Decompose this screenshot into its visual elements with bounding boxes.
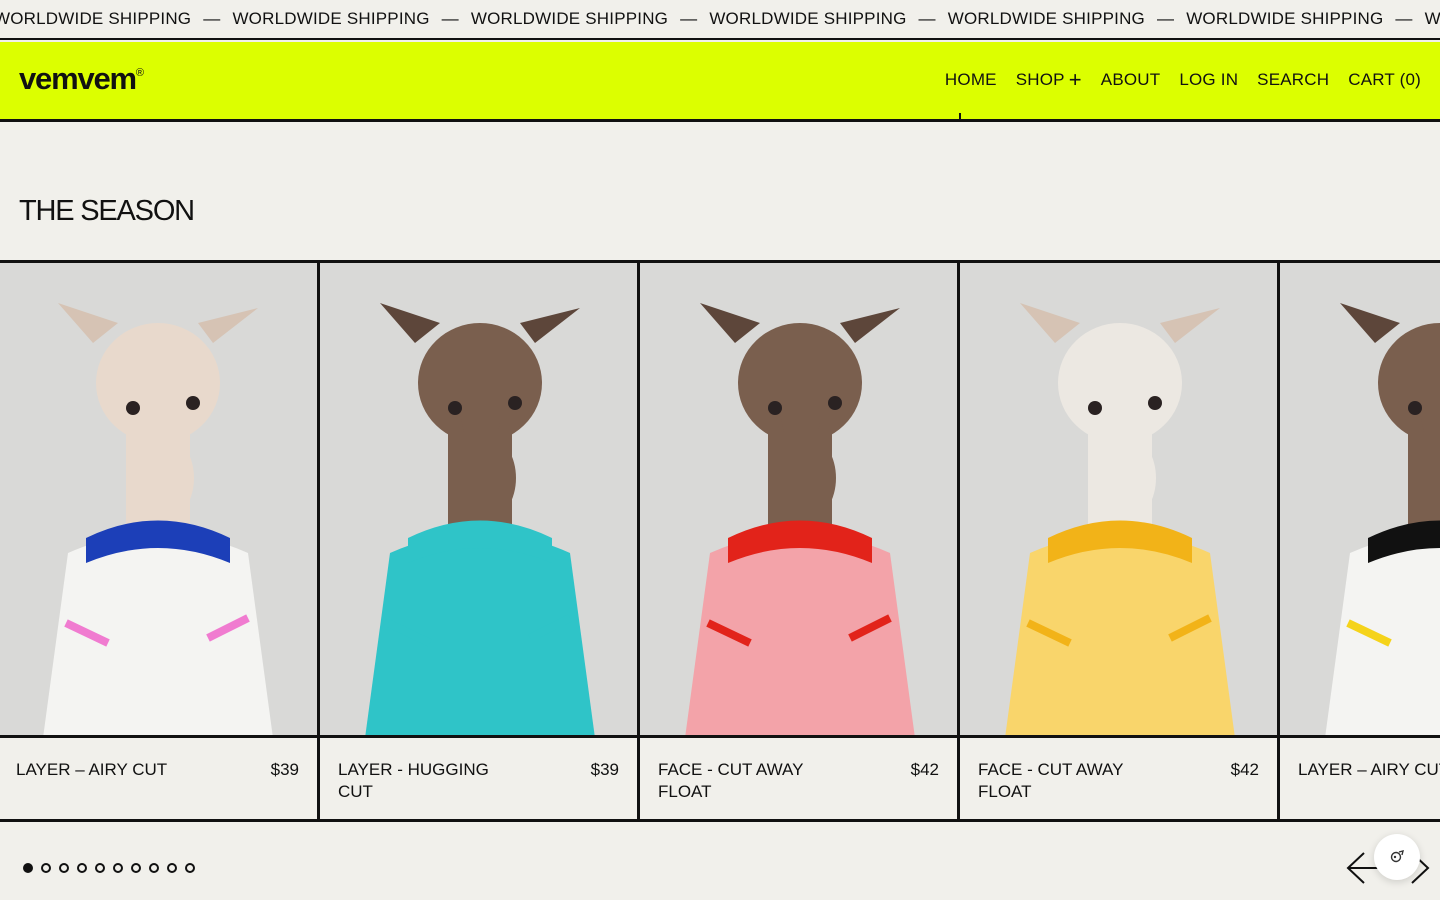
product-price: $42 (1230, 760, 1259, 779)
nav-search[interactable]: SEARCH (1257, 70, 1329, 90)
ticker-item: W (1425, 9, 1440, 29)
product-card[interactable]: LAYER – AIRY CUT $39 (0, 263, 317, 819)
product-name[interactable]: LAYER – AIRY CUT (16, 759, 167, 819)
product-info: FACE - CUT AWAY FLOAT $42 (960, 741, 1277, 819)
ticker-separator: — (203, 9, 221, 28)
ticker-item: WORLDWIDE SHIPPING — (0, 9, 232, 29)
pagination-dot[interactable] (41, 863, 51, 873)
ticker-item: WORLDWIDE SHIPPING — (232, 9, 470, 29)
product-name[interactable]: LAYER – AIRY CUT (1298, 759, 1440, 819)
product-card[interactable]: LAYER – AIRY CUT (1277, 263, 1440, 819)
product-price: $39 (270, 760, 299, 779)
nav-about[interactable]: ABOUT (1101, 70, 1161, 90)
nav-active-indicator (959, 113, 961, 122)
ticker-text: WORLDWIDE SHIPPING (0, 9, 192, 28)
product-image[interactable] (960, 263, 1277, 738)
logo-text: vemvem (19, 61, 137, 96)
logo[interactable]: vemvem® (19, 61, 144, 97)
pagination-dot[interactable] (185, 863, 195, 873)
ticker-item: WORLDWIDE SHIPPING — (471, 9, 709, 29)
ticker-text: WORLDWIDE SHIPPING (709, 9, 907, 28)
ticker-item: WORLDWIDE SHIPPING — (948, 9, 1186, 29)
ticker-text: WORLDWIDE SHIPPING (1186, 9, 1384, 28)
ticker-separator: — (1156, 9, 1175, 28)
nav-login[interactable]: LOG IN (1179, 70, 1238, 90)
pagination-dot[interactable] (149, 863, 159, 873)
product-name[interactable]: LAYER - HUGGING CUT (338, 759, 528, 819)
ticker-track: WORLDWIDE SHIPPING — WORLDWIDE SHIPPING — WO… (0, 9, 1440, 29)
product-cards: LAYER – AIRY CUT $39 LAYER - HUGGING CUT… (0, 263, 1440, 819)
nav-home[interactable]: HOME (945, 70, 997, 90)
pagination-dot[interactable] (131, 863, 141, 873)
product-card[interactable]: FACE - CUT AWAY FLOAT $42 (637, 263, 957, 819)
ticker-separator: — (918, 9, 936, 28)
plus-icon: + (1068, 67, 1082, 92)
product-name[interactable]: FACE - CUT AWAY FLOAT (978, 759, 1168, 819)
nav-cart[interactable]: CART (0) (1348, 70, 1421, 90)
ticker-separator: — (1395, 9, 1413, 28)
site-header: vemvem® HOME SHOP + ABOUT LOG IN SEARCH C… (0, 42, 1440, 122)
pagination-dot[interactable] (77, 863, 87, 873)
product-info: LAYER – AIRY CUT $39 (0, 741, 317, 819)
product-image[interactable] (640, 263, 957, 738)
product-image[interactable] (0, 263, 317, 738)
carousel-pagination (23, 863, 195, 873)
chat-button[interactable] (1374, 834, 1420, 880)
product-name[interactable]: FACE - CUT AWAY FLOAT (658, 759, 848, 819)
announcement-ticker: WORLDWIDE SHIPPING — WORLDWIDE SHIPPING — WO… (0, 0, 1440, 40)
product-carousel[interactable]: LAYER – AIRY CUT $39 LAYER - HUGGING CUT… (0, 260, 1440, 822)
product-price: $42 (910, 760, 939, 779)
ticker-item: WORLDWIDE SHIPPING — (1186, 9, 1424, 29)
pagination-dot[interactable] (23, 863, 33, 873)
pagination-dot[interactable] (59, 863, 69, 873)
nav-shop[interactable]: SHOP + (1015, 67, 1082, 92)
ticker-text: WORLDWIDE SHIPPING (947, 9, 1145, 28)
product-info: FACE - CUT AWAY FLOAT $42 (640, 741, 957, 819)
product-image[interactable] (320, 263, 637, 738)
pagination-dot[interactable] (113, 863, 123, 873)
main-nav: HOME SHOP + ABOUT LOG IN SEARCH CART (0) (945, 67, 1421, 92)
ticker-item: WORLDWIDE SHIPPING — (709, 9, 947, 29)
ticker-separator: — (441, 9, 459, 28)
product-info: LAYER - HUGGING CUT $39 (320, 741, 637, 819)
ticker-text: WORLDWIDE SHIPPING (232, 9, 430, 28)
product-card[interactable]: FACE - CUT AWAY FLOAT $42 (957, 263, 1277, 819)
logo-registered-mark: ® (135, 66, 145, 79)
product-info: LAYER – AIRY CUT (1280, 741, 1440, 819)
ticker-text: W (1424, 9, 1440, 28)
chat-icon (1390, 850, 1404, 863)
ticker-text: WORLDWIDE SHIPPING (470, 9, 669, 28)
product-card[interactable]: LAYER - HUGGING CUT $39 (317, 263, 637, 819)
ticker-separator: — (680, 9, 698, 28)
pagination-dot[interactable] (95, 863, 105, 873)
section-title: THE SEASON (19, 195, 195, 227)
product-price: $39 (590, 760, 619, 779)
nav-shop-label: SHOP (1015, 70, 1065, 89)
pagination-dot[interactable] (167, 863, 177, 873)
product-image[interactable] (1280, 263, 1440, 738)
